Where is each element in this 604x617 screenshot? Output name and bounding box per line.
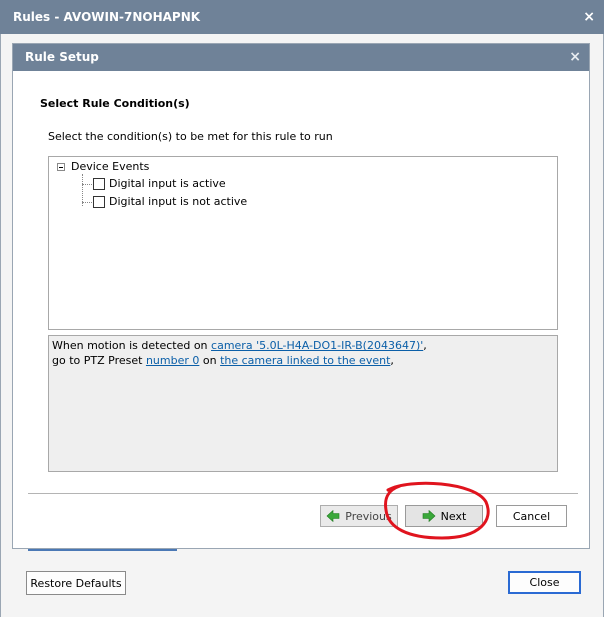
tree-root-label: Device Events — [71, 160, 150, 173]
description-line-2: go to PTZ Preset number 0 on the camera … — [52, 353, 554, 368]
tree-item-label: Digital input is active — [109, 177, 226, 190]
previous-label: Previous — [345, 509, 392, 523]
section-heading: Select Rule Condition(s) — [40, 97, 190, 110]
tree-item-digital-input-active[interactable]: Digital input is active — [93, 177, 226, 190]
tree-root-device-events[interactable]: Device Events — [57, 160, 149, 173]
arrow-left-icon — [326, 510, 340, 522]
next-label: Next — [440, 509, 467, 523]
window-title: Rules - AVOWIN-7NOHAPNK — [13, 10, 201, 24]
description-text: on — [199, 354, 221, 367]
dialog-close-icon[interactable]: × — [569, 49, 581, 65]
button-separator — [28, 493, 578, 494]
window-close-icon[interactable]: × — [583, 9, 595, 25]
next-button[interactable]: Next — [405, 505, 483, 527]
description-text: go to PTZ Preset — [52, 354, 146, 367]
description-text: When motion is detected on — [52, 339, 212, 352]
dialog-titlebar: Rule Setup × — [13, 44, 589, 71]
cancel-button[interactable]: Cancel — [496, 505, 567, 527]
restore-defaults-button[interactable]: Restore Defaults — [26, 571, 126, 595]
tree-item-digital-input-not-active[interactable]: Digital input is not active — [93, 195, 247, 208]
linked-camera-link[interactable]: the camera linked to the event — [220, 354, 390, 367]
tree-connector — [82, 202, 92, 203]
condition-tree[interactable]: Device Events Digital input is active Di… — [48, 156, 558, 330]
collapse-icon[interactable] — [57, 162, 65, 171]
digital-input-active-checkbox[interactable] — [93, 177, 105, 190]
previous-button[interactable]: Previous — [320, 505, 398, 527]
digital-input-not-active-checkbox[interactable] — [93, 195, 105, 208]
rule-setup-dialog: Rule Setup × Select Rule Condition(s) Se… — [12, 43, 590, 549]
description-text: , — [390, 354, 394, 367]
rule-description: When motion is detected on camera '5.0L-… — [48, 335, 558, 472]
arrow-right-icon — [422, 510, 436, 522]
camera-link[interactable]: camera '5.0L-H4A-DO1-IR-B(2043647)' — [211, 339, 423, 352]
tab-indicator — [28, 549, 177, 551]
dialog-title: Rule Setup — [25, 50, 99, 64]
instruction-text: Select the condition(s) to be met for th… — [48, 130, 333, 143]
window-titlebar: Rules - AVOWIN-7NOHAPNK × — [0, 0, 604, 34]
description-line-1: When motion is detected on camera '5.0L-… — [52, 338, 554, 353]
tree-connector — [82, 184, 92, 185]
preset-number-link[interactable]: number 0 — [146, 354, 199, 367]
close-button[interactable]: Close — [508, 571, 581, 594]
tree-item-label: Digital input is not active — [109, 195, 248, 208]
description-text: , — [423, 339, 427, 352]
